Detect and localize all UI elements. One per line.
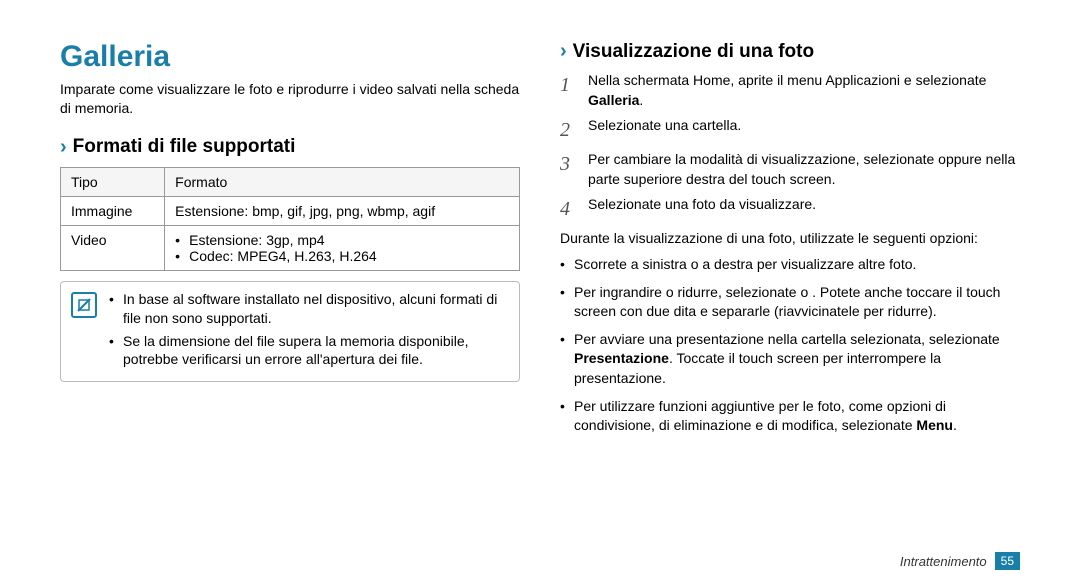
note-box: In base al software installato nel dispo… — [60, 281, 520, 383]
step-item: 1 Nella schermata Home, aprite il menu A… — [560, 71, 1020, 110]
step-body: Per cambiare la modalità di visualizzazi… — [588, 150, 1020, 189]
note-item: Se la dimensione del file supera la memo… — [109, 332, 509, 370]
video-ext: Estensione: 3gp, mp4 — [175, 232, 509, 248]
cell-video-type: Video — [61, 225, 165, 270]
step-body: Selezionate una cartella. — [588, 116, 1020, 144]
option-item: Per avviare una presentazione nella cart… — [560, 330, 1020, 389]
page-columns: Galleria Imparate come visualizzare le f… — [60, 40, 1020, 444]
opt-text: Per utilizzare funzioni aggiuntive per l… — [574, 398, 946, 434]
step-number: 3 — [560, 150, 578, 189]
options-intro: Durante la visualizzazione di una foto, … — [560, 229, 1020, 249]
option-item: Per ingrandire o ridurre, selezionate o … — [560, 283, 1020, 322]
step-number: 4 — [560, 195, 578, 223]
cell-image-type: Immagine — [61, 196, 165, 225]
step-number: 1 — [560, 71, 578, 110]
section-view-head: › Visualizzazione di una foto — [560, 40, 1020, 63]
chevron-icon: › — [60, 136, 67, 159]
right-column: › Visualizzazione di una foto 1 Nella sc… — [560, 40, 1020, 444]
step-item: 2 Selezionate una cartella. — [560, 116, 1020, 144]
note-item: In base al software installato nel dispo… — [109, 290, 509, 328]
steps-list: 1 Nella schermata Home, aprite il menu A… — [560, 71, 1020, 223]
note-list: In base al software installato nel dispo… — [109, 290, 509, 374]
opt-text: . — [953, 417, 957, 433]
page-footer: Intrattenimento 55 — [900, 552, 1020, 570]
step-body: Selezionate una foto da visualizzare. — [588, 195, 1020, 223]
table-row: Tipo Formato — [61, 167, 520, 196]
note-icon — [71, 292, 97, 318]
footer-section: Intrattenimento — [900, 554, 987, 569]
section-formats-title: Formati di file supportati — [73, 136, 296, 158]
opt-text: Per avviare una presentazione nella cart… — [574, 331, 1000, 347]
chevron-icon: › — [560, 40, 567, 63]
step-bold: Galleria — [588, 92, 639, 108]
step-item: 4 Selezionate una foto da visualizzare. — [560, 195, 1020, 223]
table-row: Immagine Estensione: bmp, gif, jpg, png,… — [61, 196, 520, 225]
opt-bold: Presentazione — [574, 350, 669, 366]
table-header-type: Tipo — [61, 167, 165, 196]
section-view-title: Visualizzazione di una foto — [573, 41, 814, 63]
formats-table: Tipo Formato Immagine Estensione: bmp, g… — [60, 167, 520, 271]
intro-text: Imparate come visualizzare le foto e rip… — [60, 80, 520, 118]
step-item: 3 Per cambiare la modalità di visualizza… — [560, 150, 1020, 189]
main-heading: Galleria — [60, 40, 520, 74]
options-list: Scorrete a sinistra o a destra per visua… — [560, 255, 1020, 436]
option-item: Per utilizzare funzioni aggiuntive per l… — [560, 397, 1020, 436]
step-text: Nella schermata Home, aprite il menu App… — [588, 72, 986, 88]
option-item: Scorrete a sinistra o a destra per visua… — [560, 255, 1020, 275]
opt-bold: Menu — [916, 417, 953, 433]
step-text: . — [639, 92, 643, 108]
video-codec: Codec: MPEG4, H.263, H.264 — [175, 248, 509, 264]
step-body: Nella schermata Home, aprite il menu App… — [588, 71, 1020, 110]
step-number: 2 — [560, 116, 578, 144]
page-number: 55 — [995, 552, 1020, 570]
cell-image-format: Estensione: bmp, gif, jpg, png, wbmp, ag… — [165, 196, 520, 225]
table-row: Video Estensione: 3gp, mp4 Codec: MPEG4,… — [61, 225, 520, 270]
cell-video-format: Estensione: 3gp, mp4 Codec: MPEG4, H.263… — [165, 225, 520, 270]
section-formats-head: › Formati di file supportati — [60, 136, 520, 159]
table-header-format: Formato — [165, 167, 520, 196]
left-column: Galleria Imparate come visualizzare le f… — [60, 40, 520, 444]
